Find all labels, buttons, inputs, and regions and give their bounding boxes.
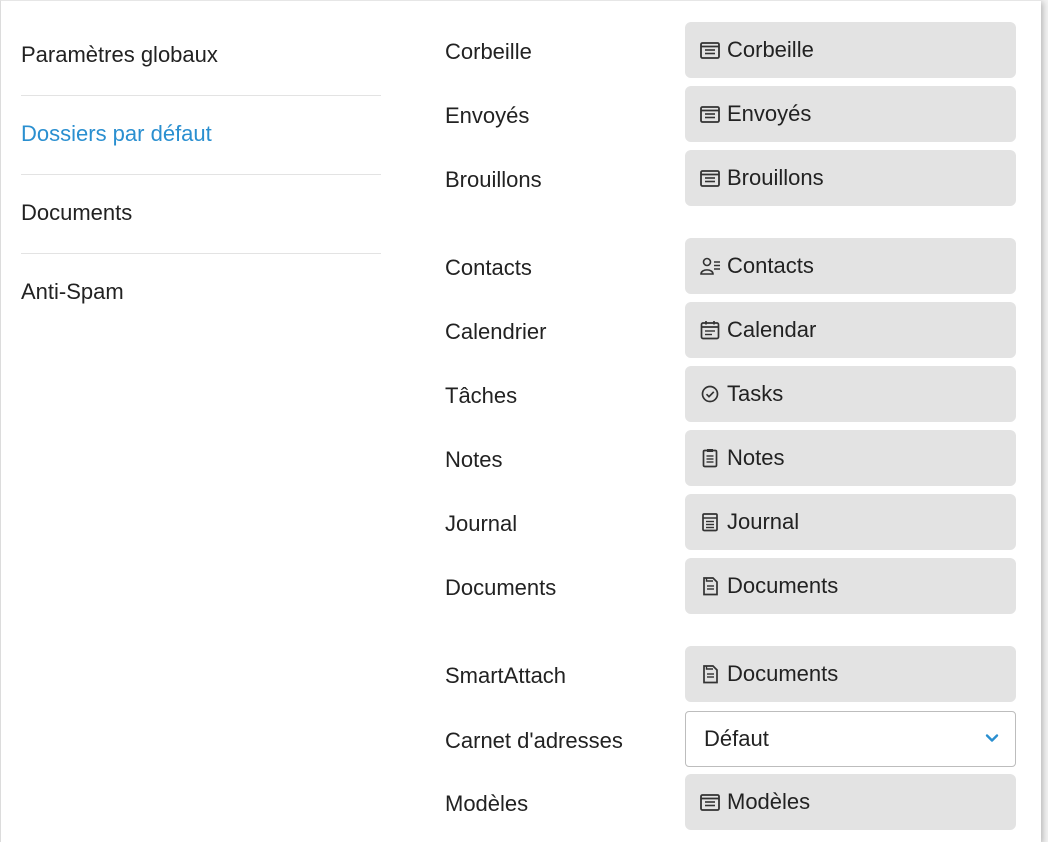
row-templates: Modèles Modèles (445, 774, 1045, 830)
notes-folder-name: Notes (727, 445, 785, 470)
row-tasks: Tâches Tasks (445, 366, 1045, 422)
trash-folder-name: Corbeille (727, 37, 814, 62)
row-address-book: Carnet d'adresses Défaut (445, 711, 1045, 767)
row-notes: Notes Notes (445, 430, 1045, 486)
settings-sidebar: Paramètres globaux Dossiers par défaut D… (21, 17, 381, 333)
folder-list-icon (699, 103, 721, 125)
contacts-folder-name: Contacts (727, 253, 814, 278)
address-book-selected-value: Défaut (704, 726, 769, 751)
address-book-label: Carnet d'adresses (445, 728, 623, 753)
notes-folder-button[interactable]: Notes (685, 430, 1016, 486)
sent-folder-button[interactable]: Envoyés (685, 86, 1016, 142)
folder-list-icon (699, 39, 721, 61)
check-circle-icon (699, 383, 721, 405)
notes-label: Notes (445, 447, 503, 472)
row-sent: Envoyés Envoyés (445, 86, 1045, 142)
smartattach-folder-name: Documents (727, 661, 839, 686)
folder-list-icon (699, 791, 721, 813)
row-documents: Documents Documents (445, 558, 1045, 614)
row-drafts: Brouillons Brouillons (445, 150, 1045, 206)
trash-label: Corbeille (445, 39, 532, 64)
smartattach-folder-button[interactable]: Documents (685, 646, 1016, 702)
sent-folder-name: Envoyés (727, 101, 812, 126)
row-journal: Journal Journal (445, 494, 1045, 550)
sent-label: Envoyés (445, 103, 530, 128)
journal-folder-name: Journal (727, 509, 800, 534)
calendar-label: Calendrier (445, 319, 547, 344)
documents-label: Documents (445, 575, 557, 600)
chevron-down-icon (985, 734, 999, 742)
tasks-folder-button[interactable]: Tasks (685, 366, 1016, 422)
tasks-folder-name: Tasks (727, 381, 784, 406)
address-book-select[interactable]: Défaut (685, 711, 1016, 767)
calendar-folder-name: Calendar (727, 317, 817, 342)
contacts-icon (699, 255, 721, 277)
document-icon (699, 663, 721, 685)
row-contacts: Contacts Contacts (445, 238, 1045, 294)
smartattach-label: SmartAttach (445, 663, 567, 688)
journal-icon (699, 511, 721, 533)
document-icon (699, 575, 721, 597)
folder-list-icon (699, 167, 721, 189)
drafts-label: Brouillons (445, 167, 542, 192)
row-smartattach: SmartAttach Documents (445, 646, 1045, 702)
documents-folder-button[interactable]: Documents (685, 558, 1016, 614)
templates-folder-name: Modèles (727, 789, 811, 814)
contacts-label: Contacts (445, 255, 532, 280)
contacts-folder-button[interactable]: Contacts (685, 238, 1016, 294)
calendar-folder-button[interactable]: Calendar (685, 302, 1016, 358)
row-calendar: Calendrier Calendar (445, 302, 1045, 358)
journal-folder-button[interactable]: Journal (685, 494, 1016, 550)
settings-panel: Paramètres globaux Dossiers par défaut D… (0, 0, 1041, 842)
tasks-label: Tâches (445, 383, 518, 408)
row-trash: Corbeille Corbeille (445, 22, 1045, 78)
templates-label: Modèles (445, 791, 529, 816)
documents-folder-name: Documents (727, 573, 839, 598)
trash-folder-button[interactable]: Corbeille (685, 22, 1016, 78)
drafts-folder-button[interactable]: Brouillons (685, 150, 1016, 206)
sidebar-item-documents[interactable]: Documents (21, 175, 381, 254)
journal-label: Journal (445, 511, 518, 536)
templates-folder-button[interactable]: Modèles (685, 774, 1016, 830)
clipboard-icon (699, 447, 721, 469)
sidebar-item-global-settings[interactable]: Paramètres globaux (21, 17, 381, 96)
sidebar-item-default-folders[interactable]: Dossiers par défaut (21, 96, 381, 175)
calendar-icon (699, 319, 721, 341)
drafts-folder-name: Brouillons (727, 165, 824, 190)
sidebar-item-anti-spam[interactable]: Anti-Spam (21, 254, 381, 333)
